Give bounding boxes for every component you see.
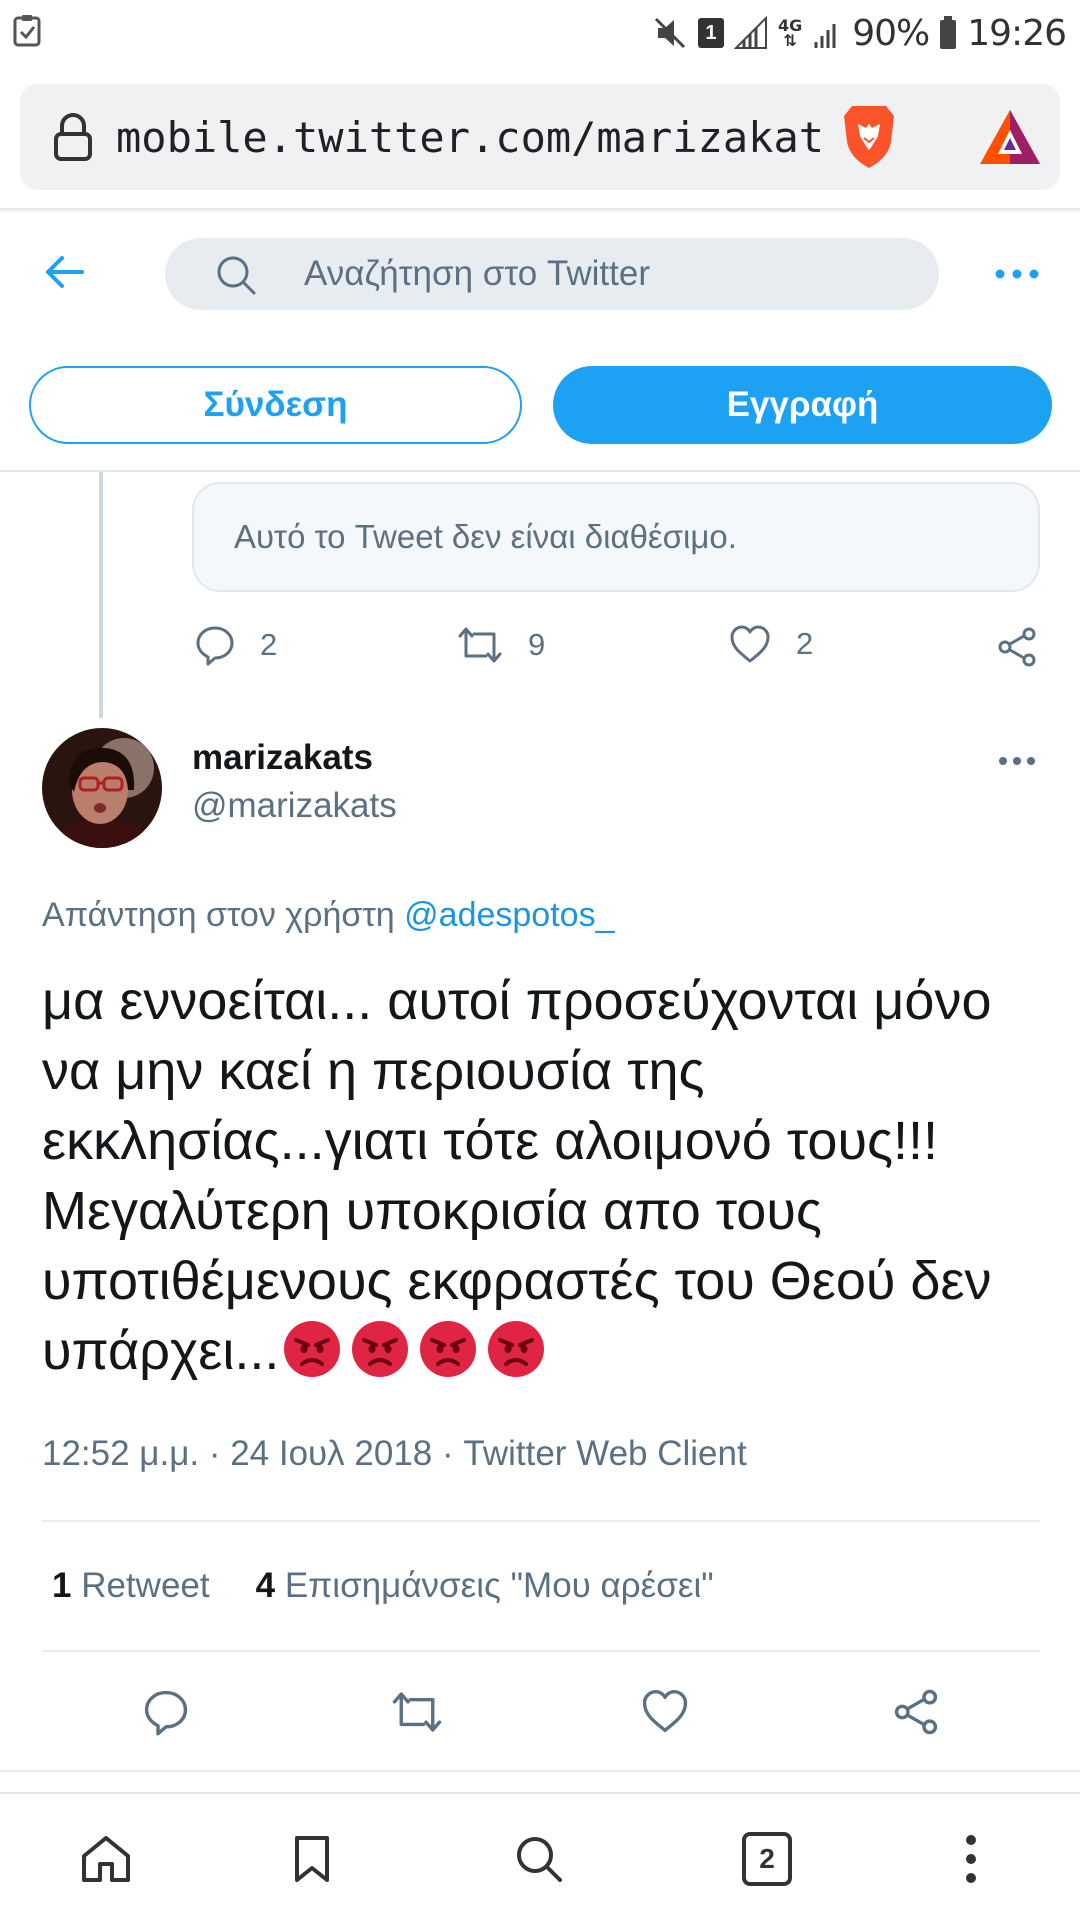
unavailable-tweet-card: Αυτό το Tweet δεν είναι διαθέσιμο. bbox=[192, 482, 1040, 592]
home-icon[interactable] bbox=[80, 1834, 132, 1884]
display-name[interactable]: marizakats bbox=[192, 738, 373, 778]
reply-icon[interactable] bbox=[142, 1688, 190, 1736]
divider bbox=[42, 1650, 1040, 1652]
search-icon bbox=[215, 254, 257, 296]
angry-face-emoji bbox=[420, 1320, 477, 1377]
reply-action[interactable]: 2 bbox=[194, 624, 277, 666]
brave-shields-icon[interactable] bbox=[838, 102, 900, 172]
like-count: 2 bbox=[796, 626, 814, 661]
toolbar-shadow bbox=[0, 208, 1080, 214]
angry-face-emoji bbox=[352, 1320, 409, 1377]
heart-icon[interactable] bbox=[728, 624, 772, 664]
divider bbox=[0, 1770, 1080, 1772]
back-arrow-icon[interactable] bbox=[42, 250, 86, 294]
retweet-icon[interactable] bbox=[390, 1688, 444, 1736]
search-input[interactable]: Αναζήτηση στο Twitter bbox=[165, 238, 939, 310]
bookmark-icon[interactable] bbox=[292, 1834, 332, 1884]
search-placeholder: Αναζήτηση στο Twitter bbox=[304, 254, 650, 293]
tweet-stats: 1 Retweet 4 Επισημάνσεις "Μου αρέσει" bbox=[52, 1566, 714, 1606]
retweet-icon[interactable] bbox=[456, 624, 504, 666]
tweet-more-icon[interactable] bbox=[998, 756, 1036, 766]
angry-face-emoji bbox=[488, 1320, 545, 1377]
divider bbox=[42, 1520, 1040, 1522]
reply-mention-link[interactable]: @adespotos_ bbox=[404, 896, 614, 934]
signal-icon-2 bbox=[812, 16, 842, 50]
angry-face-emoji bbox=[284, 1320, 341, 1377]
header-divider bbox=[0, 470, 1080, 472]
mute-icon bbox=[652, 15, 688, 51]
share-icon[interactable] bbox=[892, 1688, 940, 1736]
signup-button[interactable]: Εγγραφή bbox=[553, 366, 1052, 444]
like-action[interactable]: 2 bbox=[728, 624, 813, 664]
sim-slot-badge: 1 bbox=[697, 18, 724, 48]
heart-icon[interactable] bbox=[640, 1688, 690, 1734]
retweet-count: 9 bbox=[528, 627, 546, 662]
clock: 19:26 bbox=[967, 12, 1067, 54]
tabs-button[interactable]: 2 bbox=[742, 1832, 792, 1886]
reply-prefix: Απάντηση στον χρήστη bbox=[42, 896, 395, 934]
bat-rewards-icon[interactable] bbox=[978, 108, 1042, 166]
avatar[interactable] bbox=[42, 728, 162, 848]
battery-icon bbox=[939, 16, 957, 50]
replying-to: Απάντηση στον χρήστη @adespotos_ bbox=[42, 896, 614, 935]
network-type: 4G ⇅ bbox=[777, 16, 803, 50]
emoji-group bbox=[283, 1320, 545, 1378]
browser-bottom-toolbar: 2 bbox=[0, 1792, 1080, 1922]
reply-count: 2 bbox=[260, 627, 278, 662]
user-handle[interactable]: @marizakats bbox=[192, 786, 397, 826]
login-button[interactable]: Σύνδεση bbox=[29, 366, 522, 444]
thread-line bbox=[99, 472, 103, 718]
menu-dots-icon[interactable] bbox=[964, 1834, 978, 1884]
like-stat-count[interactable]: 4 bbox=[256, 1566, 275, 1605]
tweet-meta[interactable]: 12:52 μ.μ. · 24 Ιουλ 2018 · Twitter Web … bbox=[42, 1434, 747, 1474]
tweet-text: μα εννοείται... αυτοί προσεύχονται μόνο … bbox=[42, 966, 1042, 1386]
more-options-icon[interactable] bbox=[994, 268, 1040, 280]
lock-icon[interactable] bbox=[50, 112, 96, 162]
reply-icon[interactable] bbox=[194, 624, 236, 666]
battery-percent: 90% bbox=[852, 12, 930, 54]
share-action[interactable] bbox=[996, 626, 1038, 668]
like-stat-label[interactable]: Επισημάνσεις "Μου αρέσει" bbox=[285, 1566, 714, 1605]
search-icon[interactable] bbox=[514, 1834, 564, 1884]
task-checklist-icon bbox=[12, 14, 42, 48]
address-bar[interactable]: mobile.twitter.com/marizakats/status/102… bbox=[20, 84, 1060, 190]
retweet-action[interactable]: 9 bbox=[456, 624, 545, 666]
retweet-stat-count[interactable]: 1 bbox=[52, 1566, 71, 1605]
share-icon[interactable] bbox=[996, 626, 1038, 668]
unavailable-text: Αυτό το Tweet δεν είναι διαθέσιμο. bbox=[234, 518, 737, 555]
url-text[interactable]: mobile.twitter.com/marizakats/status/102… bbox=[116, 110, 828, 166]
signal-icon bbox=[733, 16, 768, 50]
retweet-stat-label[interactable]: Retweet bbox=[81, 1566, 209, 1605]
status-bar: 1 4G ⇅ 90% 19:26 bbox=[0, 0, 1080, 64]
